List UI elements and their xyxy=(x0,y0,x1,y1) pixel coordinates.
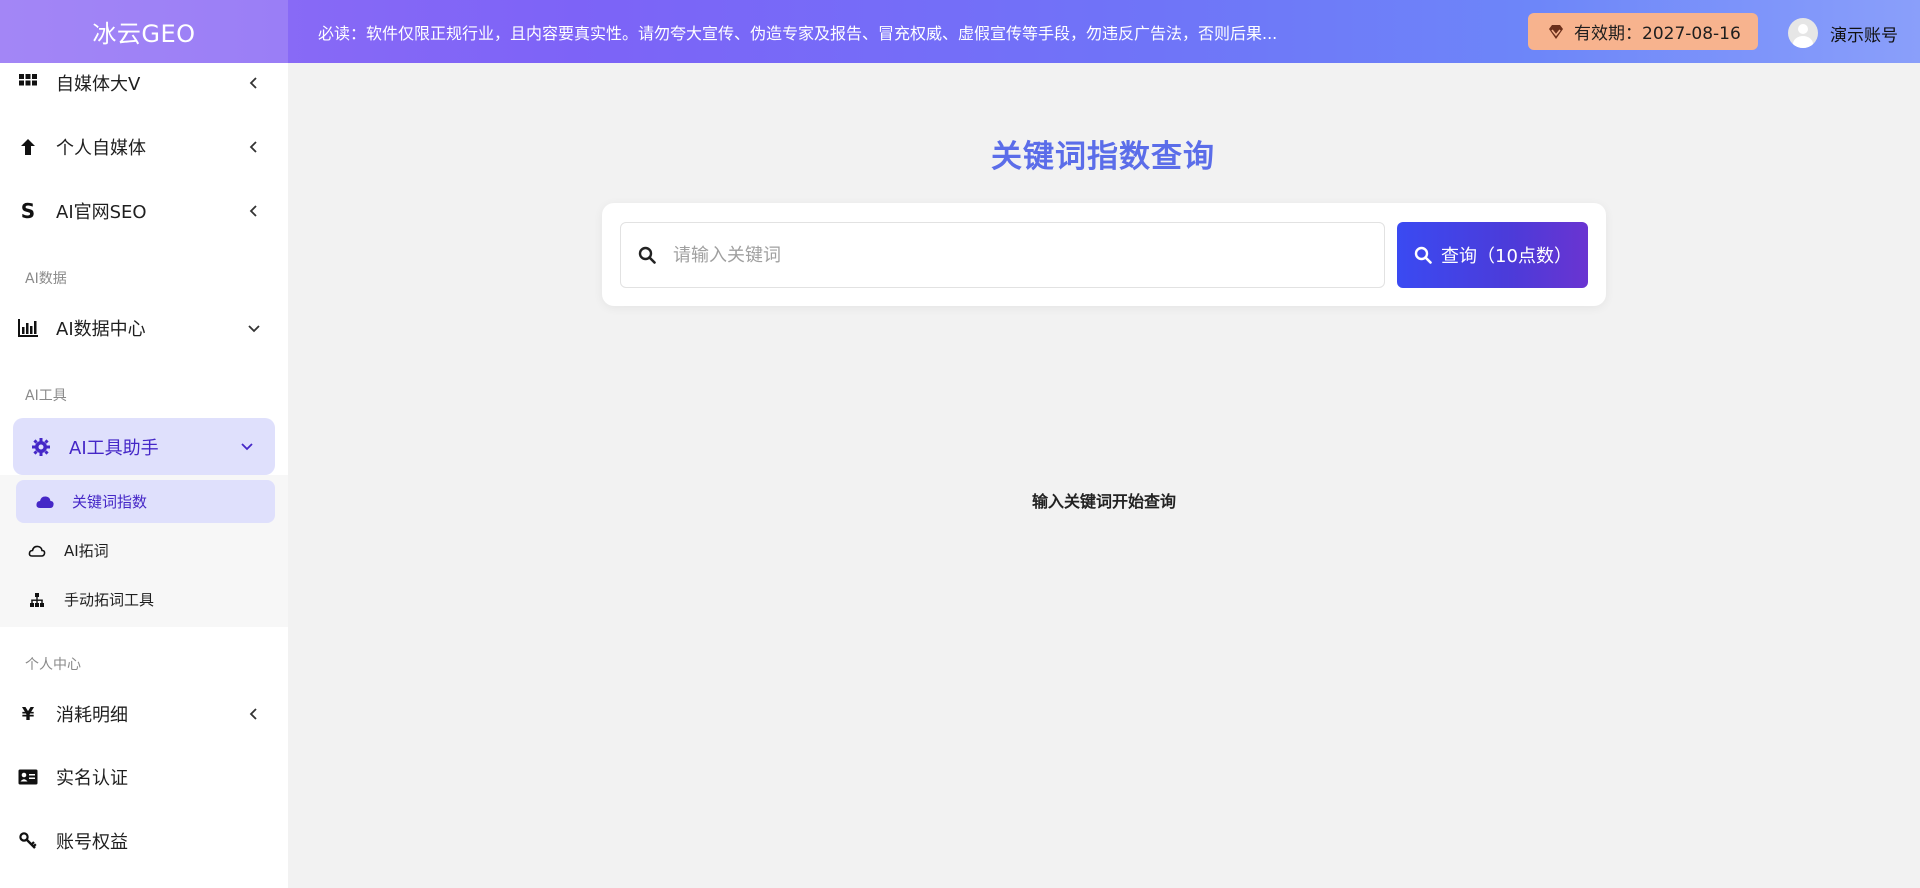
sitemap-icon xyxy=(28,591,46,609)
seo-s-icon: S xyxy=(20,199,36,223)
chevron-left-icon xyxy=(244,73,264,93)
sidebar-item-consumption-details[interactable]: ¥ 消耗明细 xyxy=(0,694,288,734)
search-icon xyxy=(637,245,657,265)
avatar[interactable] xyxy=(1788,18,1818,48)
chevron-left-icon xyxy=(244,704,264,724)
chevron-left-icon xyxy=(244,137,264,157)
cloud-outline-icon xyxy=(28,542,46,560)
expiry-badge[interactable]: 有效期：2027-08-16 xyxy=(1528,13,1758,50)
search-box[interactable] xyxy=(620,222,1385,288)
page-title: 关键词指数查询 xyxy=(991,139,1215,175)
diamond-icon xyxy=(1546,22,1566,42)
expiry-text: 有效期：2027-08-16 xyxy=(1574,24,1741,44)
sidebar-subitem-ai-expand-words[interactable]: AI拓词 xyxy=(8,529,267,572)
ai-tools-submenu: 关键词指数 AI拓词 手动拓词工具 xyxy=(0,475,288,627)
sidebar-item-real-name-auth[interactable]: 实名认证 xyxy=(0,757,288,797)
sidebar-subitem-manual-expand-tool[interactable]: 手动拓词工具 xyxy=(8,578,267,621)
arrow-up-icon xyxy=(18,137,38,157)
sidebar-item-label: 自媒体大V xyxy=(56,74,141,95)
chevron-down-icon xyxy=(244,318,264,338)
sidebar-item-ai-data-center[interactable]: AI数据中心 xyxy=(0,308,288,348)
sidebar-item-label: 实名认证 xyxy=(56,768,128,789)
sidebar-item-ai-seo[interactable]: S AI官网SEO xyxy=(0,191,288,231)
section-ai-tools: AI工具 xyxy=(25,388,67,404)
sidebar-item-ai-tools-helper[interactable]: AI工具助手 xyxy=(13,418,275,475)
sidebar-item-label: 账号权益 xyxy=(56,832,128,853)
sidebar-item-label: AI数据中心 xyxy=(56,319,146,340)
yen-icon: ¥ xyxy=(21,703,35,725)
sidebar-item-personal-media[interactable]: 个人自媒体 xyxy=(0,127,288,167)
section-ai-data: AI数据 xyxy=(25,271,67,287)
search-card: 查询（10点数） xyxy=(602,203,1606,306)
sidebar-subitem-keyword-index[interactable]: 关键词指数 xyxy=(16,480,275,523)
query-button-label: 查询（10点数） xyxy=(1441,246,1572,267)
section-personal-center: 个人中心 xyxy=(25,657,81,673)
search-input[interactable] xyxy=(673,244,1353,266)
search-icon xyxy=(1413,245,1433,265)
gear-icon xyxy=(31,437,51,457)
user-name: 演示账号 xyxy=(1830,25,1898,46)
key-icon xyxy=(18,831,38,851)
bar-chart-icon xyxy=(18,318,38,338)
id-card-icon xyxy=(18,767,38,787)
sidebar-item-label: AI工具助手 xyxy=(69,437,159,459)
query-button[interactable]: 查询（10点数） xyxy=(1397,222,1588,288)
sidebar-item-label: 消耗明细 xyxy=(56,705,128,726)
chevron-left-icon xyxy=(244,201,264,221)
sidebar-item-label: 关键词指数 xyxy=(72,493,148,511)
chevron-down-icon xyxy=(237,436,257,456)
sidebar-item-account-benefits[interactable]: 账号权益 xyxy=(0,821,288,861)
empty-state-hint: 输入关键词开始查询 xyxy=(1031,492,1176,511)
sidebar-item-label: AI拓词 xyxy=(64,542,109,560)
sidebar-item-label: AI官网SEO xyxy=(56,202,147,223)
sidebar-item-media-influencer[interactable]: 自媒体大V xyxy=(0,63,288,103)
sidebar-item-label: 手动拓词工具 xyxy=(64,591,155,609)
grid-icon xyxy=(18,73,38,93)
cloud-icon xyxy=(36,493,54,511)
brand-logo[interactable]: 冰云GEO xyxy=(0,0,288,63)
user-menu[interactable]: 演示账号 xyxy=(1788,18,1898,48)
sidebar-item-label: 个人自媒体 xyxy=(56,138,146,159)
